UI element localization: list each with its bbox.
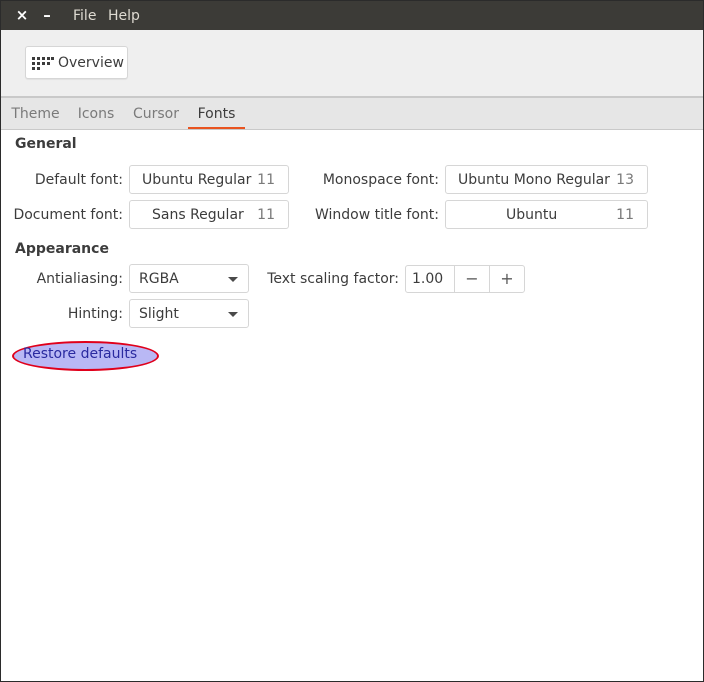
tab-cursor[interactable]: Cursor	[125, 98, 187, 129]
title-bar: × – File Help	[1, 1, 703, 30]
minimize-button[interactable]: –	[38, 1, 56, 30]
monospace-font-size: 13	[616, 172, 634, 188]
window-title-font-button[interactable]: Ubuntu 11	[445, 200, 648, 229]
close-button[interactable]: ×	[13, 1, 31, 30]
text-scaling-value[interactable]: 1.00	[412, 266, 443, 293]
app-window: × – File Help Overview Theme Icons Curso…	[0, 0, 704, 682]
grid-icon	[32, 57, 54, 70]
antialiasing-label: Antialiasing:	[36, 271, 123, 287]
menu-help[interactable]: Help	[108, 1, 140, 30]
chevron-down-icon	[228, 312, 238, 317]
monospace-font-button[interactable]: Ubuntu Mono Regular 13	[445, 165, 648, 194]
decrement-button[interactable]: −	[454, 266, 489, 292]
hinting-combo[interactable]: Slight	[129, 299, 249, 328]
default-font-button[interactable]: Ubuntu Regular 11	[129, 165, 289, 194]
document-font-button[interactable]: Sans Regular 11	[129, 200, 289, 229]
default-font-size: 11	[257, 172, 275, 188]
menu-file[interactable]: File	[73, 1, 96, 30]
tab-bar: Theme Icons Cursor Fonts	[1, 97, 703, 130]
window-title-font-label: Window title font:	[314, 207, 439, 223]
general-heading: General	[15, 136, 77, 152]
overview-button[interactable]: Overview	[25, 46, 128, 79]
document-font-label: Document font:	[13, 207, 123, 223]
antialiasing-value: RGBA	[139, 271, 179, 287]
tab-theme[interactable]: Theme	[4, 98, 67, 129]
chevron-down-icon	[228, 277, 238, 282]
restore-defaults-button[interactable]: Restore defaults	[12, 341, 159, 371]
appearance-heading: Appearance	[15, 241, 109, 257]
increment-button[interactable]: +	[489, 266, 524, 292]
text-scaling-spinbutton[interactable]: 1.00 − +	[405, 265, 525, 293]
document-font-size: 11	[257, 207, 275, 223]
window-title-font-size: 11	[616, 207, 634, 223]
tab-fonts[interactable]: Fonts	[188, 98, 245, 129]
document-font-name: Sans Regular	[152, 207, 244, 223]
hinting-label: Hinting:	[67, 306, 123, 322]
monospace-font-name: Ubuntu Mono Regular	[458, 172, 610, 188]
tab-icons[interactable]: Icons	[69, 98, 123, 129]
monospace-font-label: Monospace font:	[322, 172, 439, 188]
text-scaling-label: Text scaling factor:	[267, 271, 399, 287]
window-title-font-name: Ubuntu	[506, 207, 558, 223]
overview-label: Overview	[58, 55, 124, 71]
toolbar: Overview	[1, 30, 703, 97]
restore-defaults-label: Restore defaults	[23, 346, 138, 362]
default-font-name: Ubuntu Regular	[142, 172, 252, 188]
default-font-label: Default font:	[34, 172, 123, 188]
hinting-value: Slight	[139, 306, 179, 322]
antialiasing-combo[interactable]: RGBA	[129, 264, 249, 293]
